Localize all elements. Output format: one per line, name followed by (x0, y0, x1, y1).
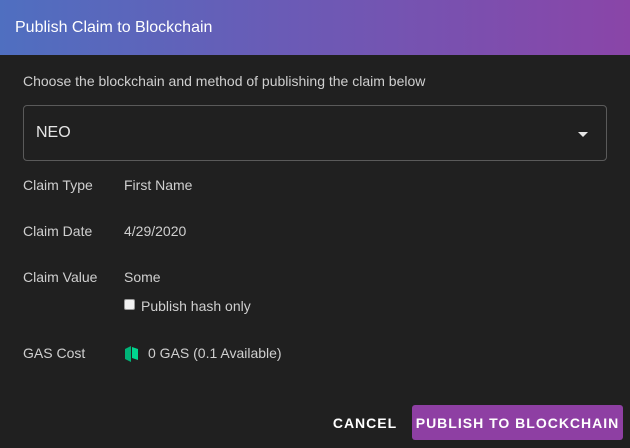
instructions-text: Choose the blockchain and method of publ… (23, 73, 426, 89)
gas-cost-value: 0 GAS (0.1 Available) (148, 345, 282, 361)
claim-value-value: Some (124, 269, 161, 285)
claim-date-value: 4/29/2020 (124, 223, 187, 239)
gas-cost-label: GAS Cost (23, 345, 86, 361)
publish-hash-only-option[interactable]: Publish hash only (124, 298, 251, 314)
dialog-header: Publish Claim to Blockchain (0, 0, 630, 55)
dialog-title: Publish Claim to Blockchain (15, 18, 213, 36)
gas-token-icon (124, 346, 140, 362)
cancel-button[interactable]: CANCEL (330, 405, 400, 441)
publish-to-blockchain-button[interactable]: PUBLISH TO BLOCKCHAIN (412, 405, 623, 440)
blockchain-select[interactable]: NEO (23, 105, 607, 161)
claim-type-label: Claim Type (23, 177, 93, 193)
claim-type-value: First Name (124, 177, 193, 193)
caret-down-icon[interactable] (578, 132, 588, 137)
claim-date-label: Claim Date (23, 223, 93, 239)
blockchain-select-value: NEO (36, 124, 71, 141)
publish-hash-only-checkbox[interactable] (124, 298, 135, 310)
claim-value-label: Claim Value (23, 269, 98, 285)
publish-hash-only-label: Publish hash only (141, 298, 251, 314)
